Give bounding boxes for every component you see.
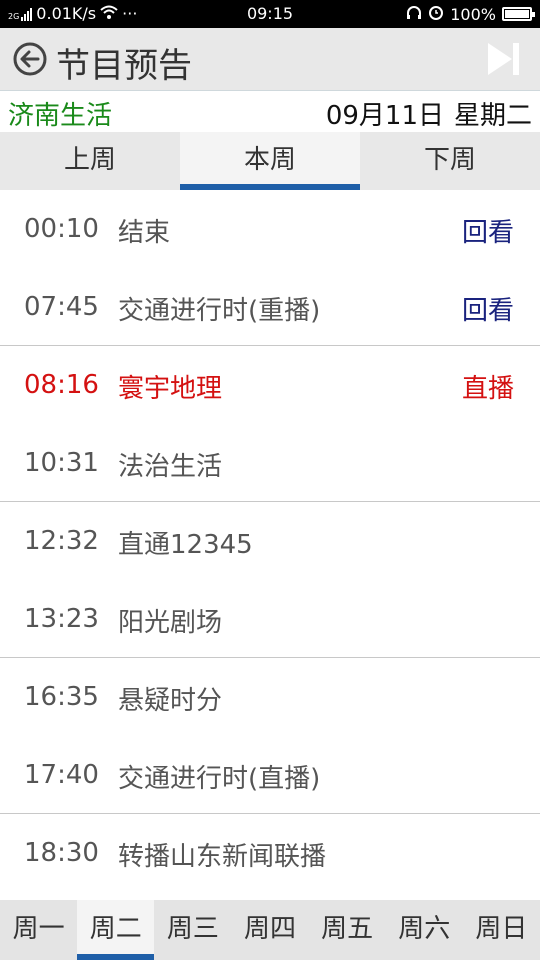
back-circle-icon[interactable]: [12, 41, 48, 77]
program-row[interactable]: 17:40 交通进行时(直播): [0, 736, 540, 814]
program-time: 17:40: [24, 759, 99, 790]
status-bar: 2G 0.01K/s ··· 09:15 100%: [0, 0, 540, 28]
program-name: 寰宇地理: [118, 374, 223, 404]
program-time: 07:45: [24, 291, 99, 322]
program-list: 00:10 结束 回看 07:45 交通进行时(重播) 回看 08:16 寰宇地…: [0, 190, 540, 900]
status-right: 100%: [406, 4, 535, 24]
program-time: 12:32: [24, 526, 99, 556]
page-title: 节目预告: [56, 46, 192, 86]
program-time: 00:10: [24, 214, 99, 244]
program-name: 法治生活: [118, 451, 223, 482]
day-tabs: 周一 周二 周三 周四 周五 周六 周日: [0, 900, 540, 960]
weekday-label: 星期二: [453, 101, 532, 131]
tab-last-week[interactable]: 上周: [0, 132, 180, 190]
tab-this-week[interactable]: 本周: [180, 132, 360, 190]
tab-wednesday[interactable]: 周三: [154, 900, 231, 960]
tab-tuesday[interactable]: 周二: [77, 900, 155, 960]
program-row[interactable]: 07:45 交通进行时(重播) 回看: [0, 268, 540, 346]
program-row-live[interactable]: 08:16 寰宇地理 直播: [0, 346, 540, 424]
date-label: 09月11日: [325, 101, 444, 131]
program-row[interactable]: 12:32 直通12345: [0, 502, 540, 580]
title-bar: 节目预告: [0, 28, 540, 90]
alarm-icon: [428, 4, 444, 24]
program-name: 直通12345: [118, 530, 253, 560]
tab-monday[interactable]: 周一: [0, 900, 77, 960]
battery-percent: 100%: [450, 4, 496, 24]
replay-button[interactable]: 回看: [462, 290, 514, 327]
channel-row: 济南生活 09月11日 星期二: [0, 90, 540, 132]
program-time: 13:23: [24, 603, 99, 634]
program-time: 18:30: [24, 838, 99, 868]
program-name: 阳光剧场: [118, 607, 223, 638]
program-time: 08:16: [24, 370, 99, 400]
program-name: 结束: [118, 218, 171, 248]
program-row[interactable]: 18:30 转播山东新闻联播: [0, 814, 540, 892]
tab-sunday[interactable]: 周日: [463, 900, 540, 960]
tab-saturday[interactable]: 周六: [386, 900, 463, 960]
program-time: 10:31: [24, 447, 99, 478]
replay-button[interactable]: 回看: [462, 212, 514, 249]
program-row[interactable]: 00:10 结束 回看: [0, 190, 540, 268]
program-name: 交通进行时(重播): [118, 295, 321, 326]
tab-friday[interactable]: 周五: [309, 900, 386, 960]
skip-next-icon[interactable]: [486, 40, 522, 78]
program-time: 16:35: [24, 682, 99, 712]
tab-next-week[interactable]: 下周: [360, 132, 540, 190]
week-tabs: 上周 本周 下周: [0, 132, 540, 190]
live-button[interactable]: 直播: [462, 368, 514, 405]
tab-thursday[interactable]: 周四: [231, 900, 308, 960]
program-row[interactable]: 16:35 悬疑时分: [0, 658, 540, 736]
program-name: 悬疑时分: [118, 686, 223, 716]
channel-name: 济南生活: [8, 101, 113, 131]
headset-icon: [406, 5, 422, 24]
battery-icon: [502, 7, 535, 21]
program-name: 交通进行时(直播): [118, 763, 321, 794]
program-name: 转播山东新闻联播: [118, 842, 327, 872]
program-row[interactable]: 10:31 法治生活: [0, 424, 540, 502]
program-row[interactable]: 13:23 阳光剧场: [0, 580, 540, 658]
